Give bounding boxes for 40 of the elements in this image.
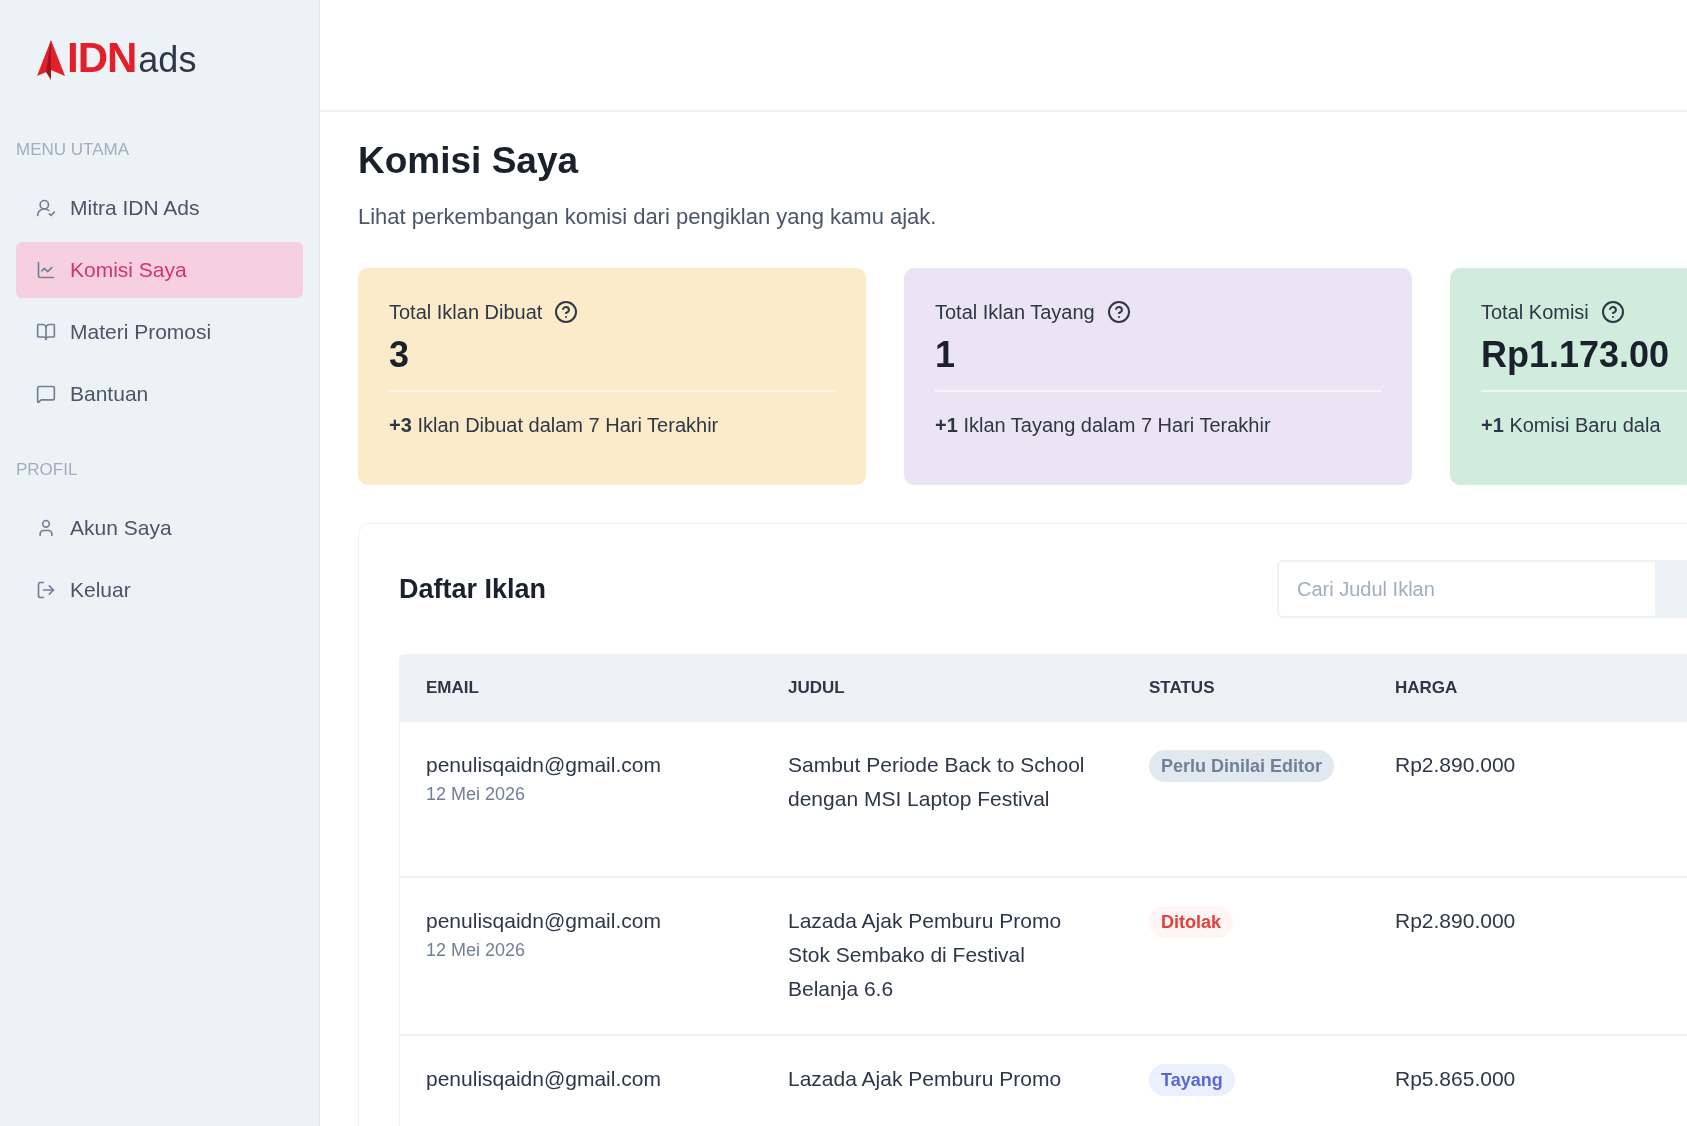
stat-label: Total Iklan Tayang (935, 300, 1095, 324)
price-text: Rp2.890.000 (1395, 752, 1517, 778)
page-subtitle: Lihat perkembangan komisi dari pengiklan yang kamu ajak. (358, 204, 938, 230)
table-title: Daftar Iklan (399, 573, 547, 605)
stat-value: 1 (935, 334, 957, 376)
logo-text: IDN (67, 36, 137, 80)
stat-label: Total Iklan Dibuat (389, 300, 543, 324)
column-header: HARGA (1369, 655, 1687, 720)
ad-title: Lazada Ajak Pemburu Promo Stok Sembako di Festival Belanja 6.6 (788, 908, 1063, 1002)
column-header: STATUS (1123, 655, 1369, 720)
section-heading: PROFIL (16, 460, 79, 480)
stat-note: +1 Iklan Tayang dalam 7 Hari Terakhir (935, 414, 1272, 437)
email-text: penulisqaidn@gmail.com (426, 1066, 662, 1092)
column-header: EMAIL (400, 655, 762, 720)
logo-suffix: ads (138, 40, 197, 80)
price-text: Rp2.890.000 (1395, 908, 1517, 934)
search-field[interactable]: Cari Judul Iklan (1277, 560, 1657, 618)
date-text: 12 Mei 2026 (426, 783, 527, 806)
status-badge: Ditolak (1149, 906, 1233, 938)
status-badge: Perlu Dinilai Editor (1149, 750, 1335, 782)
stat-label: Total Komisi (1481, 300, 1589, 324)
price-text: Rp5.865.000 (1395, 1066, 1517, 1092)
date-text: 12 Mei 2026 (426, 939, 527, 962)
email-text: penulisqaidn@gmail.com (426, 752, 662, 778)
stat-note: +1 Komisi Baru dala (1481, 414, 1662, 437)
sidebar-item[interactable]: Akun Saya (16, 500, 303, 556)
ad-title: Lazada Ajak Pemburu Promo (788, 1066, 1063, 1092)
ad-title: Sambut Periode Back to School dengan MSI Laptop Festival (788, 752, 1086, 812)
stat-value: 3 (389, 334, 411, 376)
status-badge: Tayang (1149, 1064, 1235, 1096)
section-heading: MENU UTAMA (16, 140, 130, 160)
stat-value: Rp1.173.00 (1481, 334, 1671, 376)
stat-note: +3 Iklan Dibuat dalam 7 Hari Terakhir (389, 414, 720, 437)
sidebar-item[interactable]: Mitra IDN Ads (16, 180, 303, 236)
sidebar-item[interactable]: Bantuan (16, 366, 303, 422)
sidebar-item[interactable]: Materi Promosi (16, 304, 303, 360)
column-header: JUDUL (762, 655, 1123, 720)
email-text: penulisqaidn@gmail.com (426, 908, 662, 934)
page-title: Komisi Saya (358, 140, 580, 182)
sidebar-item[interactable]: Keluar (16, 562, 303, 618)
